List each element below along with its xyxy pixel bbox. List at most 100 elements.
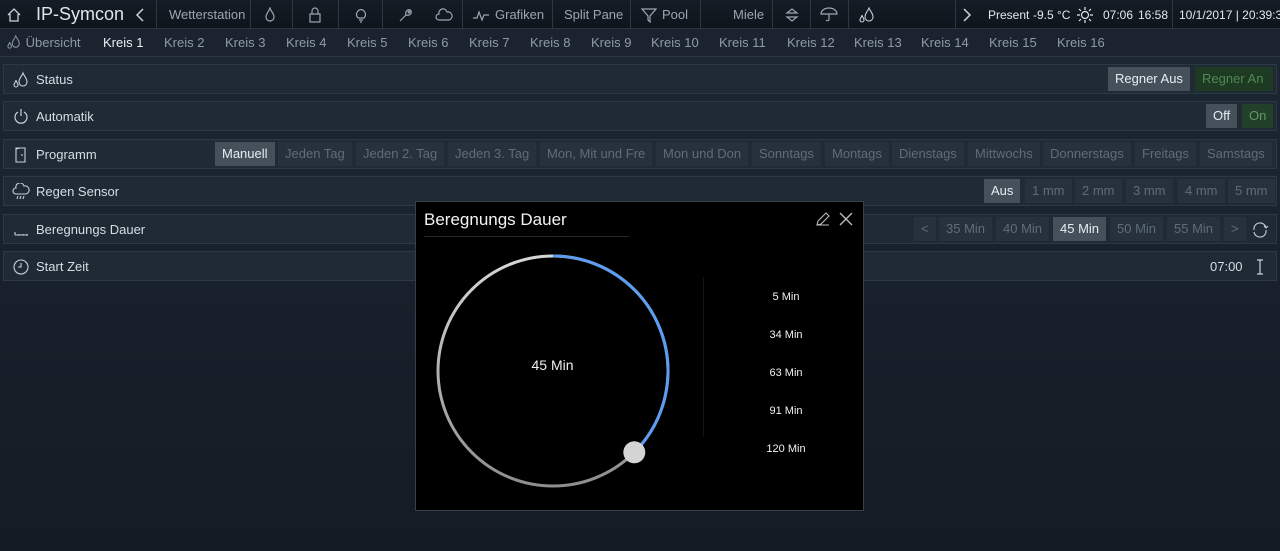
duration-dial[interactable]: [434, 254, 674, 494]
tab-kreis-15[interactable]: Kreis 15: [989, 29, 1037, 57]
nav-umbrella[interactable]: [820, 0, 838, 29]
tab-uebersicht[interactable]: Übersicht: [6, 29, 81, 57]
start-zeit-value[interactable]: 07:00: [1210, 259, 1243, 274]
option-jeden-tag[interactable]: Jeden Tag: [278, 142, 352, 166]
option-jeden-2-tag[interactable]: Jeden 2. Tag: [356, 142, 445, 166]
text-cursor-icon[interactable]: [1254, 258, 1266, 276]
tab-kreis-2[interactable]: Kreis 2: [164, 29, 204, 57]
rotate-icon[interactable]: [1251, 221, 1269, 239]
nav-fire[interactable]: [262, 0, 278, 29]
option-5mm[interactable]: 5 mm: [1228, 179, 1275, 203]
tab-kreis-7[interactable]: Kreis 7: [469, 29, 509, 57]
tab-kreis-14[interactable]: Kreis 14: [921, 29, 969, 57]
forward-button[interactable]: [962, 0, 972, 29]
datetime: 10/1/2017 | 20:39:38: [1179, 7, 1280, 22]
option-50min[interactable]: 50 Min: [1110, 217, 1164, 241]
cloud-icon: [435, 7, 453, 21]
nav-miele[interactable]: Miele: [733, 0, 764, 29]
up-down-arrows-icon: [785, 7, 799, 22]
option-jeden-3-tag[interactable]: Jeden 3. Tag: [448, 142, 537, 166]
sun-status: [1076, 0, 1094, 29]
tab-kreis-8[interactable]: Kreis 8: [530, 29, 570, 57]
dial-value: 45 Min: [531, 357, 574, 373]
preset-91min[interactable]: 91 Min: [746, 405, 826, 417]
tab-kreis-13[interactable]: Kreis 13: [854, 29, 902, 57]
option-on[interactable]: On: [1242, 104, 1274, 128]
tab-kreis-4[interactable]: Kreis 4: [286, 29, 326, 57]
tab-kreis-9[interactable]: Kreis 9: [591, 29, 631, 57]
lock-icon: [309, 6, 321, 23]
nav-water[interactable]: [858, 0, 876, 29]
nav-shutter[interactable]: [784, 0, 800, 29]
row-label: Start Zeit: [36, 259, 89, 274]
option-45min[interactable]: 45 Min: [1053, 217, 1107, 241]
option-regner-aus[interactable]: Regner Aus: [1108, 67, 1190, 91]
edit-icon[interactable]: [814, 210, 832, 228]
preset-5min[interactable]: 5 Min: [746, 291, 826, 303]
option-3mm[interactable]: 3 mm: [1126, 179, 1173, 203]
option-manuell[interactable]: Manuell: [215, 142, 275, 166]
option-montags[interactable]: Montags: [825, 142, 889, 166]
option-2mm[interactable]: 2 mm: [1075, 179, 1122, 203]
tab-kreis-6[interactable]: Kreis 6: [408, 29, 448, 57]
presence-status: Present: [988, 7, 1030, 22]
nav-lock[interactable]: [307, 0, 323, 29]
row-label: Automatik: [36, 109, 94, 124]
home-button[interactable]: [6, 0, 22, 29]
nav-split-pane[interactable]: Split Pane: [564, 0, 623, 29]
option-prev[interactable]: <: [914, 217, 936, 241]
preset-34min[interactable]: 34 Min: [746, 329, 826, 341]
close-icon[interactable]: [837, 210, 855, 228]
option-next[interactable]: >: [1224, 217, 1246, 241]
option-mittwochs[interactable]: Mittwochs: [968, 142, 1040, 166]
option-4mm[interactable]: 4 mm: [1178, 179, 1225, 203]
tab-kreis-1[interactable]: Kreis 1: [103, 29, 143, 57]
option-samstags[interactable]: Samstags: [1200, 142, 1272, 166]
option-aus[interactable]: Aus: [984, 179, 1021, 203]
option-mon-mit-fre[interactable]: Mon, Mit und Fre: [540, 142, 653, 166]
option-off[interactable]: Off: [1206, 104, 1238, 128]
preset-63min[interactable]: 63 Min: [746, 367, 826, 379]
duration-dialog: Beregnungs Dauer 45 Min 5 Min 34 Min 63 …: [415, 201, 864, 511]
option-mon-don[interactable]: Mon und Don: [656, 142, 749, 166]
option-freitags[interactable]: Freitags: [1135, 142, 1196, 166]
row-status: Status Regner Aus Regner An: [3, 64, 1277, 94]
top-bar: IP-Symcon Wetterstation Grafiken Split P…: [0, 0, 1280, 29]
nav-grafiken-label: Grafiken: [495, 7, 545, 22]
option-55min[interactable]: 55 Min: [1167, 217, 1221, 241]
option-donnerstags[interactable]: Donnerstags: [1043, 142, 1131, 166]
option-regner-an[interactable]: Regner An: [1195, 67, 1273, 91]
water-drops-icon: [13, 71, 28, 88]
option-1mm[interactable]: 1 mm: [1025, 179, 1072, 203]
app-title: IP-Symcon: [36, 4, 125, 24]
nav-wetterstation[interactable]: Wetterstation: [169, 0, 245, 29]
tab-bar: Übersicht Kreis 1 Kreis 2 Kreis 3 Kreis …: [0, 29, 1280, 57]
option-40min[interactable]: 40 Min: [996, 217, 1050, 241]
tab-kreis-16[interactable]: Kreis 16: [1057, 29, 1105, 57]
nav-grafiken[interactable]: Grafiken: [472, 0, 544, 29]
chevron-left-icon: [135, 7, 144, 22]
tab-kreis-5[interactable]: Kreis 5: [347, 29, 387, 57]
nav-light[interactable]: [353, 0, 369, 29]
preset-120min[interactable]: 120 Min: [746, 443, 826, 455]
water-drops-icon: [859, 6, 874, 23]
nav-tools[interactable]: [397, 0, 413, 29]
option-sonntags[interactable]: Sonntags: [752, 142, 821, 166]
back-button[interactable]: [135, 0, 145, 29]
tab-kreis-12[interactable]: Kreis 12: [787, 29, 835, 57]
option-dienstags[interactable]: Dienstags: [892, 142, 964, 166]
dial-knob[interactable]: [623, 441, 646, 464]
water-drops-icon: [7, 34, 20, 49]
row-automatik: Automatik Off On: [3, 101, 1277, 131]
nav-weather[interactable]: [435, 0, 453, 29]
door-icon: [15, 147, 26, 163]
tab-kreis-10[interactable]: Kreis 10: [651, 29, 699, 57]
option-35min[interactable]: 35 Min: [939, 217, 993, 241]
flame-icon: [265, 6, 275, 22]
tab-kreis-11[interactable]: Kreis 11: [719, 29, 766, 57]
row-label: Programm: [36, 147, 97, 162]
filter-icon: [641, 7, 657, 23]
sunrise-time: 07:06: [1103, 7, 1134, 22]
nav-pool[interactable]: Pool: [641, 0, 688, 29]
tab-kreis-3[interactable]: Kreis 3: [225, 29, 265, 57]
